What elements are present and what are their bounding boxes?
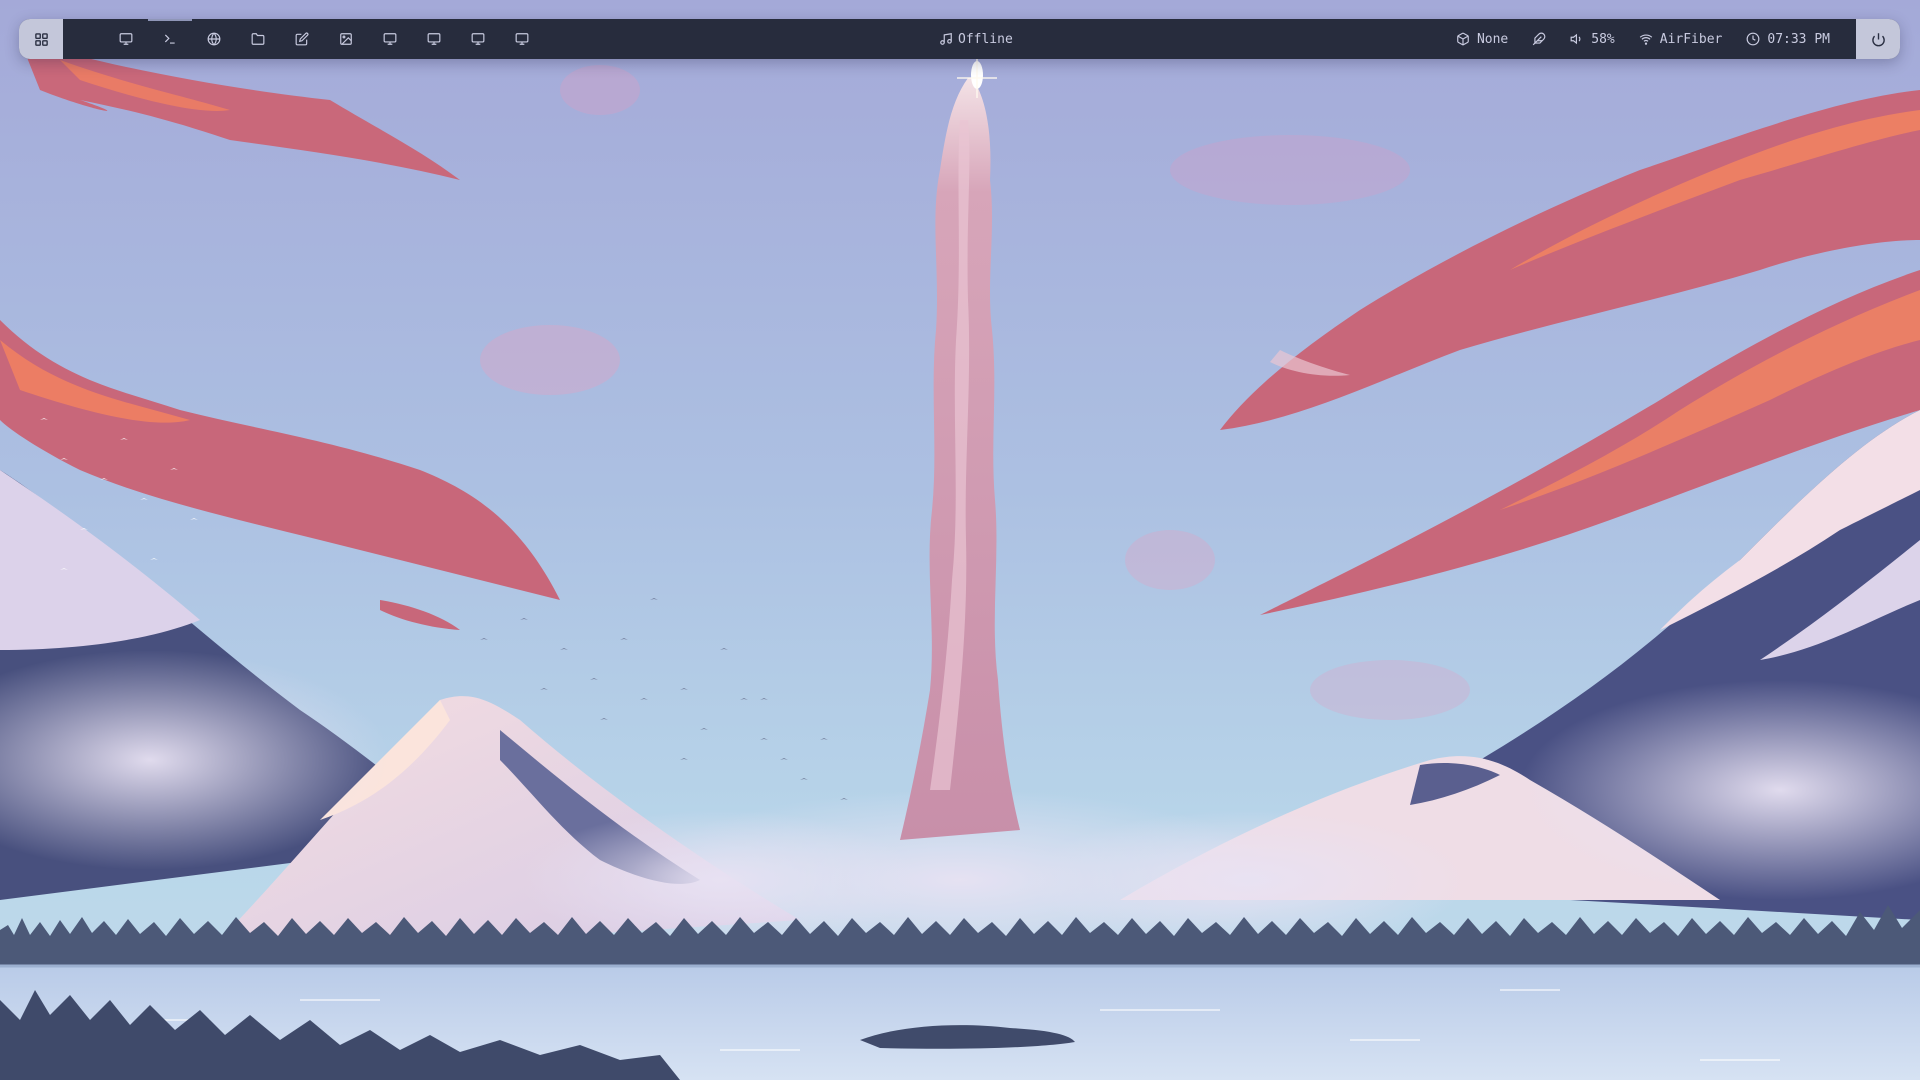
workspace-3-button[interactable] xyxy=(192,19,236,59)
workspace-1-button[interactable] xyxy=(104,19,148,59)
package-updates-widget[interactable]: None xyxy=(1456,32,1508,47)
status-area: None 58% AirFiber 07:33 PM xyxy=(1432,19,1830,59)
workspace-9-button[interactable] xyxy=(456,19,500,59)
monitor-icon xyxy=(515,32,529,46)
volume-icon xyxy=(1570,32,1584,46)
workspace-6-button[interactable] xyxy=(324,19,368,59)
folder-icon xyxy=(251,32,265,46)
grid-icon xyxy=(34,32,49,47)
edit-icon xyxy=(295,32,309,46)
media-status-label: Offline xyxy=(958,31,1013,47)
monitor-icon xyxy=(383,32,397,46)
desktop-wallpaper xyxy=(0,0,1920,1080)
workspace-2-button[interactable] xyxy=(148,19,192,59)
package-updates-label: None xyxy=(1476,31,1509,47)
workspace-dock xyxy=(104,19,544,59)
workspace-4-button[interactable] xyxy=(236,19,280,59)
monitor-icon xyxy=(471,32,485,46)
package-icon xyxy=(1456,32,1470,46)
app-launcher-button[interactable] xyxy=(19,19,63,59)
clock-widget[interactable]: 07:33 PM xyxy=(1746,32,1830,47)
workspace-7-button[interactable] xyxy=(368,19,412,59)
network-widget[interactable]: AirFiber xyxy=(1639,31,1723,47)
workspace-10-button[interactable] xyxy=(500,19,544,59)
globe-icon xyxy=(207,32,221,46)
clock-label: 07:33 PM xyxy=(1767,31,1830,47)
top-bar: Offline None 58% AirFiber 07:33 PM xyxy=(19,19,1900,59)
image-icon xyxy=(339,32,353,46)
monitor-icon xyxy=(427,32,441,46)
media-player-widget[interactable]: Offline xyxy=(939,19,1013,59)
feather-button[interactable] xyxy=(1532,32,1546,46)
wifi-icon xyxy=(1639,32,1653,46)
clock-icon xyxy=(1746,32,1760,46)
network-label: AirFiber xyxy=(1659,31,1723,47)
power-icon xyxy=(1871,32,1886,47)
volume-label: 58% xyxy=(1591,31,1615,47)
power-button[interactable] xyxy=(1856,19,1900,59)
music-icon xyxy=(939,32,953,46)
workspace-5-button[interactable] xyxy=(280,19,324,59)
volume-widget[interactable]: 58% xyxy=(1570,31,1615,47)
feather-icon xyxy=(1532,32,1546,46)
terminal-icon xyxy=(163,32,177,46)
workspace-8-button[interactable] xyxy=(412,19,456,59)
monitor-icon xyxy=(119,32,133,46)
